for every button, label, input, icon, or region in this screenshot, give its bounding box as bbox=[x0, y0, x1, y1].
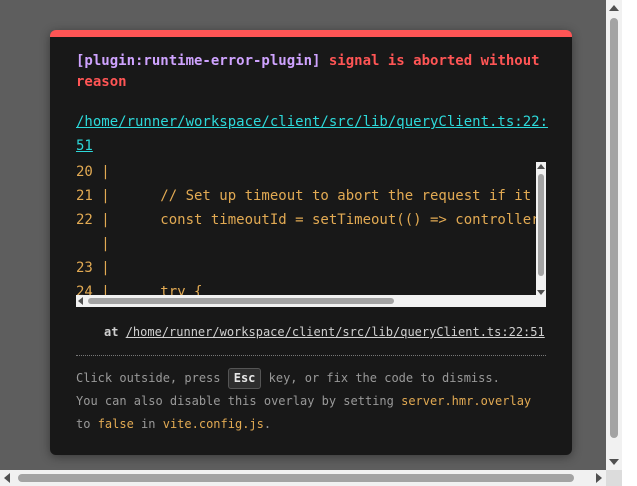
error-message: [plugin:runtime-error-plugin] signal is … bbox=[76, 51, 546, 93]
stack-at: at bbox=[104, 325, 119, 339]
tip-text: . bbox=[263, 417, 272, 431]
scrollbar-thumb[interactable] bbox=[538, 174, 544, 276]
scrollbar-thumb[interactable] bbox=[88, 298, 394, 304]
dismiss-tip: Click outside, press Esc key, or fix the… bbox=[76, 367, 546, 436]
error-overlay: [plugin:runtime-error-plugin] signal is … bbox=[50, 30, 572, 455]
plugin-tag: [plugin:runtime-error-plugin] bbox=[76, 53, 321, 69]
scroll-up-arrow-icon[interactable] bbox=[609, 5, 619, 11]
code-line: | bbox=[76, 236, 110, 252]
config-file-name: vite.config.js bbox=[162, 417, 264, 431]
code-line: 21 | // Set up timeout to abort the requ… bbox=[76, 188, 546, 204]
code-line: 22 | const timeoutId = setTimeout(() => … bbox=[76, 212, 546, 228]
code-frame-vertical-scrollbar[interactable] bbox=[536, 162, 546, 307]
code-frame[interactable]: 20 | 21 | // Set up timeout to abort the… bbox=[76, 162, 546, 307]
tip-text: to bbox=[76, 417, 98, 431]
tip-text: You can also disable this overlay by set… bbox=[76, 394, 402, 408]
scroll-up-arrow-icon[interactable] bbox=[537, 164, 545, 169]
error-file-link[interactable]: /home/runner/workspace/client/src/lib/qu… bbox=[76, 110, 556, 158]
scroll-left-arrow-icon[interactable] bbox=[78, 297, 83, 305]
scrollbar-thumb[interactable] bbox=[18, 474, 574, 482]
page-horizontal-scrollbar[interactable] bbox=[0, 470, 606, 486]
scrollbar-thumb[interactable] bbox=[610, 18, 618, 438]
divider bbox=[76, 355, 546, 356]
stack-trace: at /home/runner/workspace/client/src/lib… bbox=[104, 323, 545, 341]
code-frame-horizontal-scrollbar[interactable] bbox=[76, 295, 536, 307]
hmr-setting: server.hmr.overlay bbox=[401, 394, 532, 408]
scroll-down-arrow-icon[interactable] bbox=[609, 459, 619, 465]
esc-key: Esc bbox=[227, 368, 262, 389]
tip-text: Click outside, press bbox=[76, 371, 228, 385]
page-vertical-scrollbar[interactable] bbox=[606, 0, 622, 470]
scroll-left-arrow-icon[interactable] bbox=[4, 473, 10, 483]
tip-text: in bbox=[133, 417, 163, 431]
false-value: false bbox=[97, 417, 134, 431]
tip-text: key, or fix the code to dismiss. bbox=[261, 371, 500, 385]
stack-path-link[interactable]: /home/runner/workspace/client/src/lib/qu… bbox=[126, 325, 545, 339]
scroll-right-arrow-icon[interactable] bbox=[596, 473, 602, 483]
window-edge bbox=[622, 0, 637, 486]
scroll-down-arrow-icon[interactable] bbox=[537, 290, 545, 295]
code-line: 20 | bbox=[76, 164, 110, 180]
code-line: 23 | bbox=[76, 260, 110, 276]
scrollbar-corner bbox=[606, 470, 622, 486]
